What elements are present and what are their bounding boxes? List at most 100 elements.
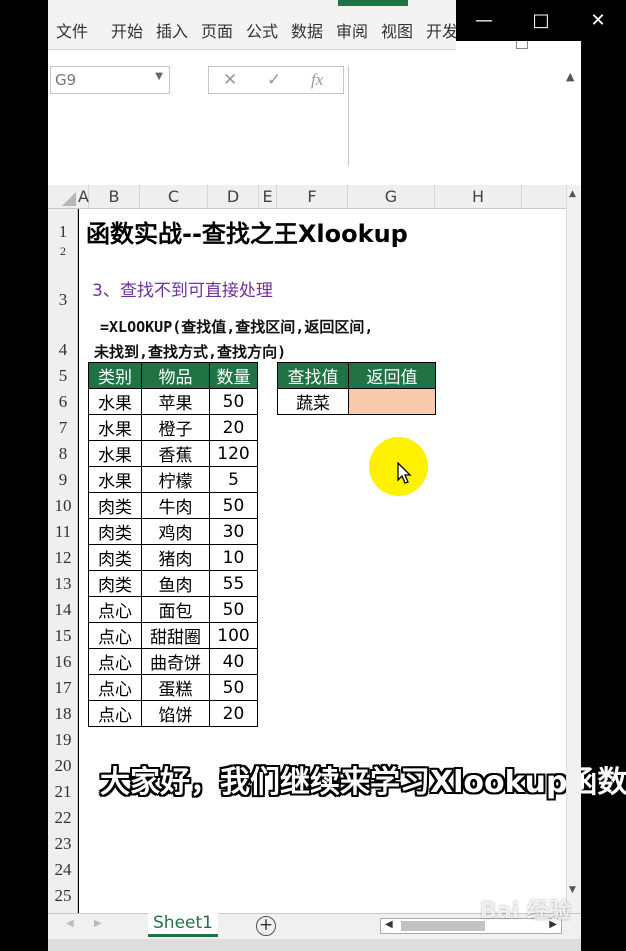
row-header[interactable]: 23 <box>48 834 78 854</box>
item-cell[interactable]: 猪肉 <box>141 544 210 571</box>
quantity-cell[interactable]: 40 <box>209 648 258 675</box>
maximize-icon[interactable]: □ <box>513 0 569 41</box>
quantity-cell[interactable]: 50 <box>209 674 258 701</box>
item-cell[interactable]: 柠檬 <box>141 466 210 493</box>
tab-formulas[interactable]: 公式 <box>246 18 278 42</box>
column-header-c[interactable]: C <box>140 185 208 209</box>
enter-icon[interactable]: ✓ <box>267 70 281 90</box>
category-cell[interactable]: 水果 <box>88 414 142 441</box>
item-cell[interactable]: 苹果 <box>141 388 210 415</box>
result-cell[interactable] <box>348 388 436 415</box>
quantity-cell[interactable]: 20 <box>209 700 258 727</box>
header-cell-quantity[interactable]: 数量 <box>209 362 258 389</box>
row-header[interactable]: 6 <box>48 392 78 412</box>
add-sheet-icon[interactable]: + <box>256 916 276 936</box>
chevron-down-icon[interactable]: ▼ <box>155 71 163 82</box>
column-header-a[interactable]: A <box>78 185 89 209</box>
tab-home[interactable]: 开始 <box>111 18 143 42</box>
row-header[interactable]: 11 <box>48 522 78 542</box>
column-header-b[interactable]: B <box>89 185 140 209</box>
row-header[interactable]: 25 <box>48 886 78 906</box>
quantity-cell[interactable]: 120 <box>209 440 258 467</box>
row-header[interactable]: 17 <box>48 678 78 698</box>
formula-bar-collapse-icon[interactable]: ▲ <box>566 70 574 83</box>
header-cell-item[interactable]: 物品 <box>141 362 210 389</box>
row-header[interactable]: 18 <box>48 704 78 724</box>
row-header[interactable]: 5 <box>48 366 78 386</box>
column-header-f[interactable]: F <box>277 185 348 209</box>
category-cell[interactable]: 肉类 <box>88 544 142 571</box>
close-icon[interactable]: ✕ <box>570 0 626 41</box>
row-header[interactable]: 10 <box>48 496 78 516</box>
row-header[interactable]: 19 <box>48 730 78 750</box>
item-cell[interactable]: 牛肉 <box>141 492 210 519</box>
category-cell[interactable]: 点心 <box>88 674 142 701</box>
item-cell[interactable]: 面包 <box>141 596 210 623</box>
row-header[interactable]: 8 <box>48 444 78 464</box>
row-header[interactable]: 1 <box>48 222 78 242</box>
item-cell[interactable]: 香蕉 <box>141 440 210 467</box>
row-header[interactable]: 4 <box>48 340 78 360</box>
row-header[interactable]: 15 <box>48 626 78 646</box>
tab-page-layout[interactable]: 页面 <box>201 18 233 42</box>
item-cell[interactable]: 橙子 <box>141 414 210 441</box>
category-cell[interactable]: 点心 <box>88 622 142 649</box>
row-header[interactable]: 24 <box>48 860 78 880</box>
tab-scroll-left-icon[interactable]: ◀ <box>66 918 74 929</box>
quantity-cell[interactable]: 50 <box>209 596 258 623</box>
minimize-icon[interactable]: — <box>456 0 512 41</box>
row-header[interactable]: 13 <box>48 574 78 594</box>
sheet-title[interactable]: 函数实战--查找之王Xlookup <box>86 214 408 249</box>
item-cell[interactable]: 蛋糕 <box>141 674 210 701</box>
category-cell[interactable]: 水果 <box>88 440 142 467</box>
quantity-cell[interactable]: 50 <box>209 388 258 415</box>
tab-scroll-right-icon[interactable]: ▶ <box>94 918 102 929</box>
formula-syntax-line-1[interactable]: =XLOOKUP(查找值,查找区间,返回区间, <box>100 316 373 337</box>
formula-bar-input[interactable] <box>348 66 581 166</box>
sheet-tab-sheet1[interactable]: Sheet1 <box>148 911 218 937</box>
quantity-cell[interactable]: 55 <box>209 570 258 597</box>
row-header[interactable]: 12 <box>48 548 78 568</box>
tab-insert[interactable]: 插入 <box>156 18 188 42</box>
tab-review[interactable]: 审阅 <box>336 18 368 42</box>
tab-view[interactable]: 视图 <box>381 18 413 42</box>
category-cell[interactable]: 肉类 <box>88 492 142 519</box>
row-header[interactable]: 21 <box>48 782 78 802</box>
item-cell[interactable]: 鸡肉 <box>141 518 210 545</box>
header-cell-lookup-value[interactable]: 查找值 <box>277 362 349 389</box>
row-header[interactable]: 7 <box>48 418 78 438</box>
row-header[interactable]: 16 <box>48 652 78 672</box>
row-header[interactable]: 22 <box>48 808 78 828</box>
quantity-cell[interactable]: 100 <box>209 622 258 649</box>
ribbon-collapse-icon[interactable] <box>516 41 528 49</box>
quantity-cell[interactable]: 50 <box>209 492 258 519</box>
item-cell[interactable]: 曲奇饼 <box>141 648 210 675</box>
item-cell[interactable]: 馅饼 <box>141 700 210 727</box>
column-header-d[interactable]: D <box>208 185 259 209</box>
quantity-cell[interactable]: 30 <box>209 518 258 545</box>
item-cell[interactable]: 甜甜圈 <box>141 622 210 649</box>
name-box[interactable]: G9 ▼ <box>50 66 170 94</box>
category-cell[interactable]: 水果 <box>88 466 142 493</box>
column-header-e[interactable]: E <box>259 185 277 209</box>
insert-function-icon[interactable]: fx <box>311 70 323 90</box>
formula-syntax-line-2[interactable]: 未找到,查找方式,查找方向) <box>94 341 286 362</box>
quantity-cell[interactable]: 20 <box>209 414 258 441</box>
column-header-h[interactable]: H <box>435 185 522 209</box>
row-header[interactable]: 20 <box>48 756 78 776</box>
select-all-icon[interactable] <box>62 192 76 206</box>
tab-file[interactable]: 文件 <box>56 18 88 42</box>
item-cell[interactable]: 鱼肉 <box>141 570 210 597</box>
tab-data[interactable]: 数据 <box>291 18 323 42</box>
category-cell[interactable]: 水果 <box>88 388 142 415</box>
lookup-value-cell[interactable]: 蔬菜 <box>277 388 349 415</box>
column-header-g[interactable]: G <box>348 185 435 209</box>
category-cell[interactable]: 点心 <box>88 700 142 727</box>
scroll-up-icon[interactable]: ▲ <box>569 189 576 199</box>
category-cell[interactable]: 点心 <box>88 596 142 623</box>
row-header[interactable]: 2 <box>48 244 78 259</box>
scroll-left-icon[interactable]: ◀ <box>385 919 393 930</box>
vertical-scrollbar[interactable]: ▲ ▼ <box>566 185 581 913</box>
header-cell-return-value[interactable]: 返回值 <box>348 362 436 389</box>
quantity-cell[interactable]: 10 <box>209 544 258 571</box>
